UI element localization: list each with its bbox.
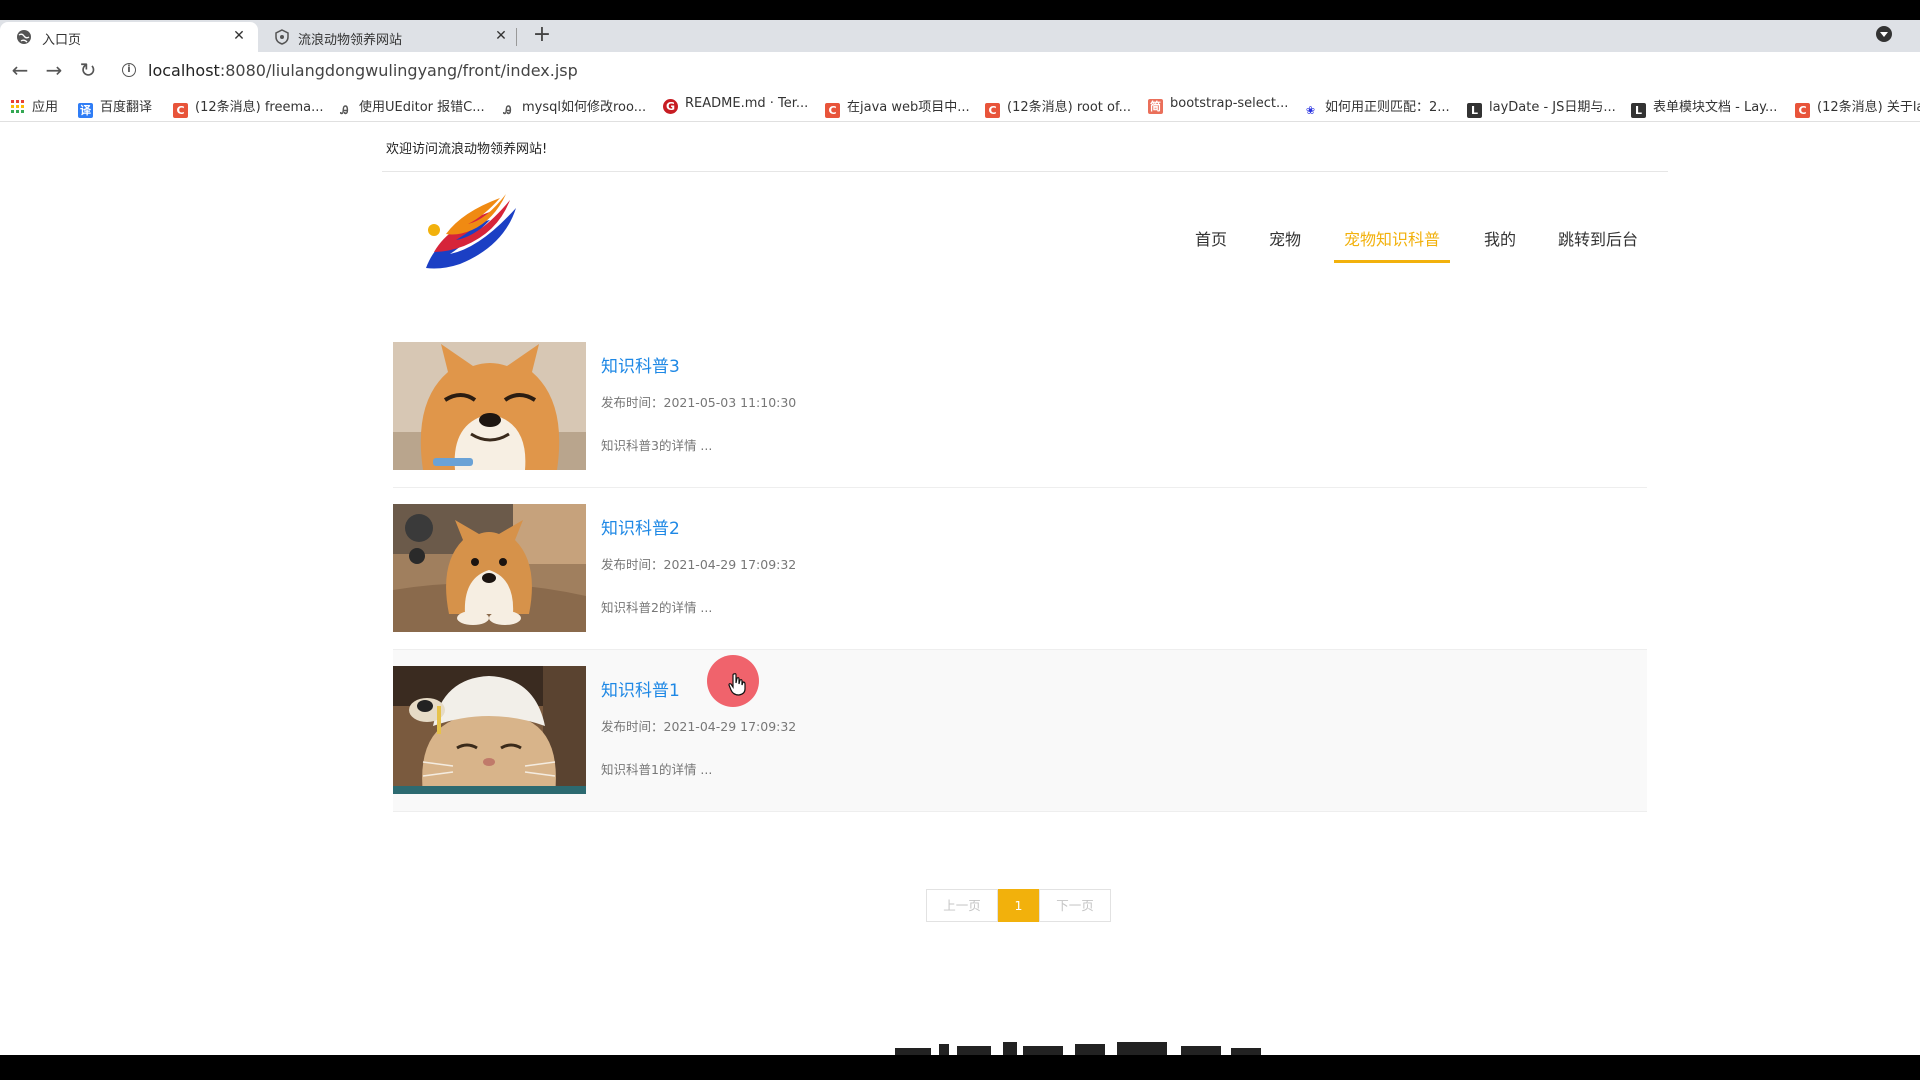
layui-icon: L — [1631, 103, 1646, 118]
jianshu-icon: 简 — [1148, 99, 1163, 114]
shield-icon — [275, 29, 289, 45]
csdn-icon: C — [173, 103, 188, 118]
article-image-cat-with-hat[interactable] — [393, 666, 586, 794]
article-row[interactable]: 知识科普3 发布时间：2021-05-03 11:10:30 知识科普3的详情 … — [393, 326, 1647, 488]
bookmark-item[interactable]: ❀ 如何用正则匹配：2... — [1303, 96, 1450, 117]
bookmark-label: 应用 — [32, 100, 59, 115]
article-time: 发布时间：2021-04-29 17:09:32 — [601, 719, 797, 734]
bookmark-item[interactable]: L 表单模块文档 - Lay... — [1631, 96, 1778, 118]
bookmark-icon: Ꭿ — [340, 104, 349, 117]
bookmark-icon: Ꭿ — [503, 104, 512, 117]
reload-icon[interactable]: ↻ — [76, 58, 100, 82]
baidu-icon: ❀ — [1305, 104, 1316, 117]
article-image-shiba-smiling[interactable] — [393, 342, 586, 470]
tab-search-icon[interactable] — [1876, 26, 1892, 42]
bookmark-label: (12条消息) root of... — [1007, 100, 1131, 115]
nav-admin[interactable]: 跳转到后台 — [1558, 226, 1638, 260]
bookmark-label: 在java web项目中... — [847, 100, 970, 115]
header-divider — [382, 171, 1668, 172]
hand-cursor-icon — [728, 673, 746, 696]
page-number-button[interactable]: 1 — [998, 889, 1039, 922]
bookmarks-bar: 应用 译百度翻译 C (12条消息) freema... Ꭿ 使用UEditor 报… — [0, 88, 1920, 122]
bookmark-label: bootstrap-select... — [1170, 96, 1289, 111]
bookmark-item[interactable]: LlayDate - JS日期与... — [1467, 96, 1616, 118]
article-desc: 知识科普1的详情 ... — [601, 762, 713, 777]
web-page: 欢迎访问流浪动物领养网站! 首页 宠物 宠物知识科普 我的 跳转到后台 知识科普… — [0, 122, 1920, 1055]
gitee-icon: G — [663, 99, 678, 114]
bookmark-apps[interactable]: 应用 — [10, 96, 59, 115]
close-icon[interactable]: ✕ — [230, 27, 248, 45]
browser-toolbar: ← → ↻ i localhost:8080/liulangdongwuling… — [0, 52, 1920, 88]
nav-pets[interactable]: 宠物 — [1269, 226, 1301, 260]
bookmark-label: (12条消息) freema... — [195, 100, 324, 115]
article-row[interactable]: 知识科普1 发布时间：2021-04-29 17:09:32 知识科普1的详情 … — [393, 650, 1647, 812]
csdn-icon: C — [1795, 103, 1810, 118]
nav-mine[interactable]: 我的 — [1484, 226, 1516, 260]
bookmark-item[interactable]: C 在java web项目中... — [825, 96, 970, 118]
browser-tab-bar: 入口页 ✕ 流浪动物领养网站 ✕ + — [0, 20, 1920, 52]
main-nav: 首页 宠物 宠物知识科普 我的 跳转到后台 — [0, 226, 1920, 266]
bookmark-label: 使用UEditor 报错C... — [359, 100, 485, 115]
globe-icon — [17, 30, 31, 44]
layui-icon: L — [1467, 103, 1482, 118]
bookmark-label: README.md · Ter... — [685, 96, 809, 111]
csdn-icon: C — [985, 103, 1000, 118]
apps-grid-icon — [10, 99, 25, 114]
close-icon[interactable]: ✕ — [492, 27, 510, 45]
nav-pet-knowledge[interactable]: 宠物知识科普 — [1334, 226, 1451, 263]
site-info-icon[interactable]: i — [122, 63, 136, 77]
bookmark-item[interactable]: C (12条消息) 关于la — [1795, 96, 1920, 118]
article-time: 发布时间：2021-05-03 11:10:30 — [601, 395, 797, 410]
translate-icon: 译 — [78, 103, 93, 118]
article-row[interactable]: 知识科普2 发布时间：2021-04-29 17:09:32 知识科普2的详情 … — [393, 488, 1647, 650]
screen: 入口页 ✕ 流浪动物领养网站 ✕ + ← → ↻ i localhost:808… — [0, 0, 1920, 1080]
url-path: :8080/liulangdongwulingyang/front/index.… — [219, 61, 578, 80]
cutoff-text-fragment — [895, 1042, 1261, 1055]
bookmark-item[interactable]: 简 bootstrap-select... — [1148, 96, 1288, 114]
tab-title: 流浪动物领养网站 — [298, 33, 403, 48]
article-title[interactable]: 知识科普1 — [601, 676, 680, 701]
tab-title: 入口页 — [42, 33, 82, 48]
new-tab-button[interactable]: + — [530, 23, 554, 47]
bookmark-label: layDate - JS日期与... — [1489, 100, 1616, 115]
next-page-button[interactable]: 下一页 — [1039, 889, 1111, 922]
bookmark-label: mysql如何修改roo... — [522, 100, 647, 115]
csdn-icon: C — [825, 103, 840, 118]
bookmark-label: 表单模块文档 - Lay... — [1653, 100, 1778, 115]
nav-home[interactable]: 首页 — [1195, 226, 1227, 260]
back-arrow-icon[interactable]: ← — [8, 58, 32, 82]
article-image-shiba-lying[interactable] — [393, 504, 586, 632]
article-time: 发布时间：2021-04-29 17:09:32 — [601, 557, 797, 572]
bottom-letterbox — [0, 1055, 1920, 1080]
tab-divider — [516, 28, 517, 46]
forward-arrow-icon[interactable]: → — [42, 58, 66, 82]
bookmark-item[interactable]: C (12条消息) root of... — [985, 96, 1131, 118]
article-desc: 知识科普3的详情 ... — [601, 438, 713, 453]
article-title[interactable]: 知识科普3 — [601, 352, 680, 377]
prev-page-button[interactable]: 上一页 — [926, 889, 998, 922]
tab-adoption-site[interactable]: 流浪动物领养网站 ✕ — [262, 22, 520, 52]
bookmark-item[interactable]: G README.md · Ter... — [663, 96, 808, 114]
article-title[interactable]: 知识科普2 — [601, 514, 680, 539]
bookmark-label: 如何用正则匹配：2... — [1325, 100, 1450, 115]
address-bar[interactable]: localhost:8080/liulangdongwulingyang/fro… — [148, 61, 578, 80]
bookmark-label: (12条消息) 关于la — [1817, 100, 1920, 115]
bookmark-item[interactable]: Ꭿ 使用UEditor 报错C... — [337, 96, 485, 117]
bookmark-label: 百度翻译 — [100, 100, 153, 115]
welcome-text: 欢迎访问流浪动物领养网站! — [386, 142, 548, 157]
url-host: localhost — [148, 61, 220, 80]
bookmark-item[interactable]: C (12条消息) freema... — [173, 96, 324, 118]
bookmark-item[interactable]: 译百度翻译 — [78, 96, 153, 118]
tab-entry-page[interactable]: 入口页 ✕ — [0, 22, 258, 52]
article-desc: 知识科普2的详情 ... — [601, 600, 713, 615]
bookmark-item[interactable]: Ꭿmysql如何修改roo... — [500, 96, 647, 117]
